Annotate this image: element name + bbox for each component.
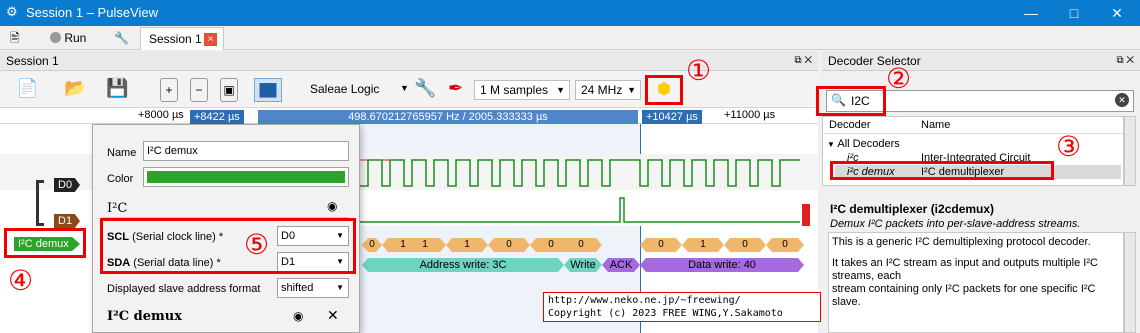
highlight-search bbox=[816, 86, 886, 116]
color-label: Color bbox=[107, 173, 134, 185]
run-icon bbox=[50, 32, 61, 43]
ruler-tick: +8000 µs bbox=[138, 109, 184, 121]
samplerate-select[interactable]: 24 MHz ▼ bbox=[575, 80, 641, 100]
highlight-selected-decoder bbox=[830, 161, 1054, 180]
dock-buttons-icon[interactable]: ⧉ ✕ bbox=[794, 51, 812, 71]
eye-icon[interactable]: ◉ bbox=[293, 309, 303, 323]
bit-annotation: 0 bbox=[640, 238, 682, 252]
run-label: Run bbox=[64, 31, 87, 45]
column-header-name[interactable]: Name bbox=[921, 119, 950, 131]
samplerate-value: 24 MHz bbox=[581, 83, 623, 97]
samples-select[interactable]: 1 M samples ▼ bbox=[474, 80, 570, 100]
detail-scrollbar[interactable] bbox=[1124, 232, 1136, 333]
address-format-value: shifted bbox=[281, 282, 314, 294]
window-title: Session 1 – PulseView bbox=[26, 5, 159, 20]
device-select[interactable]: Saleae Logic bbox=[310, 82, 379, 96]
highlight-decoder-channel bbox=[4, 228, 86, 258]
decoder-selector-header: Decoder Selector ⧉ ✕ bbox=[822, 51, 1140, 71]
name-label: Name bbox=[107, 147, 137, 159]
column-header-decoder[interactable]: Decoder bbox=[829, 119, 871, 131]
settings-icon[interactable]: 🔧 bbox=[110, 28, 129, 48]
credit-line-2: Copyright (c) 2023 FREE WING,Y.Sakamoto bbox=[548, 308, 783, 319]
dock-buttons-icon[interactable]: ⧉ ✕ bbox=[1116, 51, 1134, 71]
group-all-decoders[interactable]: ▼ All Decoders bbox=[827, 137, 900, 151]
color-picker[interactable] bbox=[143, 167, 349, 187]
credit-box: http://www.neko.ne.jp/~freewing/ Copyrig… bbox=[543, 292, 821, 322]
detail-text-3: stream containing only I²C packets for o… bbox=[832, 283, 1096, 308]
cursor-icon[interactable]: ██ bbox=[254, 78, 282, 102]
data-write-annotation: Data write: 40 bbox=[640, 258, 804, 272]
minimize-button[interactable]: — bbox=[1016, 3, 1046, 23]
app-icon: ⚙ bbox=[6, 4, 18, 19]
callout-5: ⑤ bbox=[244, 228, 270, 261]
cursor-left-label[interactable]: +8422 µs bbox=[190, 110, 244, 124]
detail-text-2: It takes an I²C stream as input and outp… bbox=[832, 257, 1098, 282]
zoom-out-icon[interactable]: − bbox=[190, 78, 208, 102]
close-button[interactable]: ✕ bbox=[1102, 3, 1132, 23]
bit-annotation: 1 bbox=[682, 238, 724, 252]
time-ruler[interactable]: +8000 µs +11000 µs +8422 µs 498.67021276… bbox=[0, 108, 818, 124]
callout-1: ① bbox=[686, 54, 712, 87]
chevron-down-icon[interactable]: ▼ bbox=[400, 83, 409, 93]
bit-annotation: 1 bbox=[404, 238, 446, 252]
ack-annotation: ACK bbox=[602, 258, 640, 272]
close-icon[interactable]: ✕ bbox=[327, 307, 339, 324]
name-field[interactable]: I²C demux bbox=[143, 141, 349, 161]
title-bar: ⚙ Session 1 – PulseView — □ ✕ bbox=[0, 0, 1140, 26]
write-annotation: Write bbox=[564, 258, 602, 272]
detail-description: This is a generic I²C demultiplexing pro… bbox=[828, 232, 1124, 333]
ruler-tick: +11000 µs bbox=[724, 109, 776, 121]
chevron-down-icon: ▼ bbox=[827, 140, 835, 149]
highlight-scl-sda bbox=[100, 218, 356, 274]
cursor-span-label[interactable]: 498.670212765957 Hz / 2005.333333 µs bbox=[258, 110, 638, 124]
samples-value: 1 M samples bbox=[480, 83, 549, 97]
bit-annotation: 0 bbox=[488, 238, 530, 252]
save-icon[interactable]: 💾 bbox=[106, 78, 130, 102]
new-view-icon[interactable]: 📄 bbox=[16, 78, 40, 102]
list-scrollbar[interactable] bbox=[1124, 116, 1136, 186]
section-title-i2c-demux: I²C demux bbox=[107, 309, 182, 324]
zoom-fit-icon[interactable]: ▣ bbox=[220, 78, 238, 102]
tab-session-label: Session 1 bbox=[149, 32, 202, 46]
detail-text-1: This is a generic I²C demultiplexing pro… bbox=[832, 236, 1091, 248]
cursor-right-label[interactable]: +10427 µs bbox=[642, 110, 702, 124]
session-header-title: Session 1 bbox=[6, 54, 59, 68]
chevron-down-icon: ▼ bbox=[556, 85, 565, 95]
bit-annotation: 0 bbox=[766, 238, 804, 252]
credit-line-1: http://www.neko.ne.jp/~freewing/ bbox=[548, 295, 741, 306]
chevron-down-icon: ▼ bbox=[627, 85, 636, 95]
close-tab-icon[interactable]: × bbox=[204, 33, 217, 46]
new-session-icon[interactable]: 🖹 bbox=[6, 28, 20, 48]
probe-icon[interactable]: ✒ bbox=[448, 78, 468, 102]
address-format-label: Displayed slave address format bbox=[107, 283, 261, 295]
callout-3: ③ bbox=[1056, 130, 1082, 163]
bit-annotation: 0 bbox=[724, 238, 766, 252]
device-config-icon[interactable]: 🔧 bbox=[414, 78, 438, 102]
run-button[interactable]: Run bbox=[46, 28, 86, 48]
section-title-i2c: I²C bbox=[107, 201, 128, 216]
address-write-annotation: Address write: 3C bbox=[362, 258, 564, 272]
color-swatch bbox=[147, 171, 345, 183]
tabs-bar: 🖹 Run 🔧 Session 1 × bbox=[0, 26, 1140, 50]
clear-search-icon[interactable]: ✕ bbox=[1115, 93, 1129, 107]
detail-title: I²C demultiplexer (i2cdemux) bbox=[830, 202, 995, 216]
address-format-select[interactable]: shifted ▼ bbox=[277, 278, 349, 298]
detail-subtitle: Demux I²C packets into per-slave-address… bbox=[830, 218, 1081, 230]
zoom-in-icon[interactable]: + bbox=[160, 78, 178, 102]
callout-2: ② bbox=[886, 62, 912, 95]
group-label: All Decoders bbox=[837, 138, 900, 150]
tab-session-1[interactable]: Session 1 × bbox=[140, 27, 224, 50]
bit-annotation: 1 bbox=[446, 238, 488, 252]
chevron-down-icon: ▼ bbox=[336, 283, 344, 292]
open-icon[interactable]: 📂 bbox=[64, 78, 88, 102]
callout-4: ④ bbox=[8, 264, 34, 297]
bit-annotation: 0 bbox=[560, 238, 602, 252]
highlight-add-decoder bbox=[645, 75, 683, 105]
eye-icon[interactable]: ◉ bbox=[327, 199, 337, 213]
maximize-button[interactable]: □ bbox=[1059, 3, 1089, 23]
